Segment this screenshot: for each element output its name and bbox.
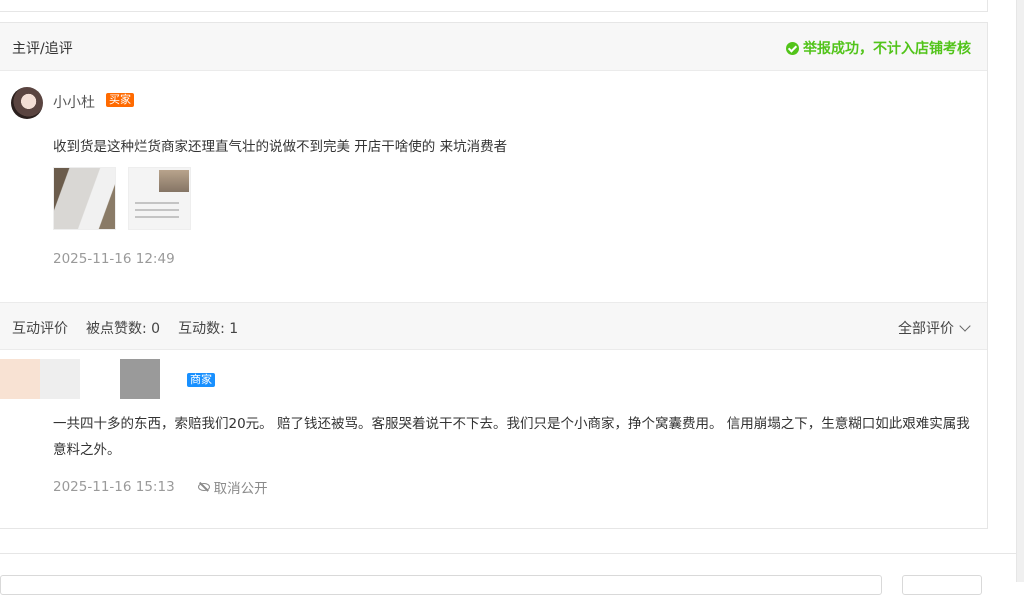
scrollbar[interactable] [1016, 0, 1024, 582]
reply-input[interactable] [0, 575, 882, 595]
buyer-badge: 买家 [106, 93, 134, 107]
previous-card-edge [0, 0, 988, 12]
check-circle-icon [786, 41, 799, 55]
all-reviews-label: 全部评价 [898, 321, 954, 337]
reply-meta: 2025-11-16 15:13 取消公开 [53, 477, 268, 497]
interaction-stats: 互动评价 被点赞数: 0 互动数: 1 [12, 318, 238, 338]
review-content: 收到货是这种烂货商家还理直气壮的说做不到完美 开店干啥使的 来坑消费者 [53, 139, 508, 155]
merchant-name-blur [40, 359, 80, 399]
submit-button[interactable] [902, 575, 982, 595]
username: 小小杜 [53, 95, 95, 111]
cancel-public-label: 取消公开 [213, 481, 268, 497]
likes-count: 被点赞数: 0 [86, 321, 161, 337]
review-photo-2[interactable] [128, 167, 191, 230]
report-status-text: 举报成功，不计入店铺考核 [803, 41, 971, 57]
avatar[interactable] [11, 87, 43, 119]
report-status: 举报成功，不计入店铺考核 [786, 38, 971, 58]
interactions-count: 互动数: 1 [178, 321, 239, 337]
interaction-title: 互动评价 [12, 321, 68, 337]
main-review-header: 主评/追评 举报成功，不计入店铺考核 [0, 23, 987, 71]
merchant-avatar-blur [0, 359, 40, 399]
merchant-reply-content: 一共四十多的东西，索赔我们20元。 赔了钱还被骂。客服哭着说干不下去。我们只是个… [53, 416, 970, 458]
chevron-down-icon [959, 320, 971, 332]
eye-off-icon [197, 482, 211, 492]
review-card: 主评/追评 举报成功，不计入店铺考核 小小杜 买家 收到货是这种烂货商家还理直气… [0, 22, 988, 529]
section-title: 主评/追评 [12, 41, 73, 57]
review-time: 2025-11-16 12:49 [53, 251, 175, 267]
reply-time: 2025-11-16 15:13 [53, 479, 175, 495]
merchant-name-blur-2 [120, 359, 160, 399]
all-reviews-dropdown[interactable]: 全部评价 [898, 318, 971, 338]
divider [0, 553, 1024, 554]
review-photo-1[interactable] [53, 167, 116, 230]
merchant-badge: 商家 [187, 373, 215, 387]
interaction-header: 互动评价 被点赞数: 0 互动数: 1 全部评价 [0, 302, 987, 350]
cancel-public-button[interactable]: 取消公开 [197, 477, 268, 497]
